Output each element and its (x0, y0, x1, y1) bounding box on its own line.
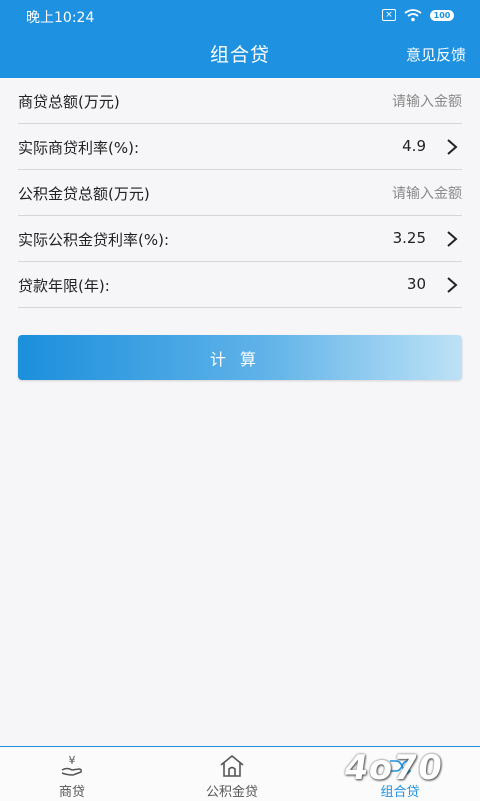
loan-years-value: 30 (406, 275, 426, 293)
commercial-rate-row[interactable]: 实际商贷利率(%): 4.9 (18, 124, 462, 170)
commercial-rate-value: 4.9 (402, 137, 426, 155)
wifi-icon (404, 9, 422, 22)
loan-years-row[interactable]: 贷款年限(年): 30 (18, 262, 462, 308)
commercial-amount-input[interactable]: 请输入金额 (392, 91, 462, 111)
watermark-logo: 4o70 (341, 748, 446, 788)
fund-amount-label: 公积金贷总额(万元) (18, 185, 150, 203)
commercial-rate-label: 实际商贷利率(%): (18, 139, 140, 157)
svg-text:¥: ¥ (69, 754, 76, 767)
commercial-amount-label: 商贷总额(万元) (18, 93, 120, 111)
loan-years-label: 贷款年限(年): (18, 277, 110, 295)
battery-icon: 100 (430, 9, 454, 21)
chevron-right-icon[interactable] (444, 230, 460, 248)
status-bar: 晚上10:24 × 100 (0, 0, 480, 32)
fund-amount-row[interactable]: 公积金贷总额(万元) 请输入金额 (18, 170, 462, 216)
tab-label: 商贷 (58, 785, 85, 800)
status-time: 晚上10:24 (26, 10, 95, 26)
sim-off-icon: × (382, 9, 396, 21)
tab-fund-loan[interactable]: 公积金贷 (182, 747, 282, 801)
calculate-button[interactable]: 计算 (18, 335, 462, 380)
commercial-amount-row[interactable]: 商贷总额(万元) 请输入金额 (18, 78, 462, 124)
fund-rate-value: 3.25 (392, 229, 426, 247)
fund-amount-input[interactable]: 请输入金额 (392, 183, 462, 203)
loan-form: 商贷总额(万元) 请输入金额 实际商贷利率(%): 4.9 公积金贷总额(万元)… (0, 78, 480, 308)
status-icons: × 100 (382, 8, 454, 22)
chevron-right-icon[interactable] (444, 276, 460, 294)
title-bar: 组合贷 意见反馈 (0, 32, 480, 78)
house-icon (220, 754, 244, 777)
feedback-link[interactable]: 意见反馈 (406, 44, 466, 65)
chevron-right-icon[interactable] (444, 138, 460, 156)
tab-label: 公积金贷 (205, 785, 258, 800)
yen-hand-icon: ¥ (61, 754, 82, 776)
fund-rate-row[interactable]: 实际公积金贷利率(%): 3.25 (18, 216, 462, 262)
tab-commercial-loan[interactable]: ¥ 商贷 (22, 747, 122, 801)
fund-rate-label: 实际公积金贷利率(%): (18, 231, 170, 249)
